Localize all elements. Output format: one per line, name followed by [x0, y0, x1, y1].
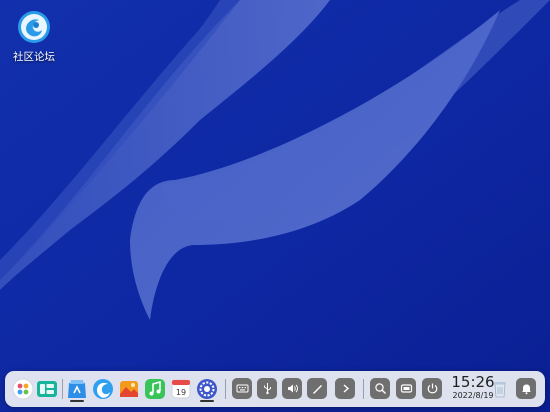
file-manager-icon [68, 380, 86, 398]
dock: 19 15:26 2022/8/19 [5, 371, 545, 407]
usb-tray-button[interactable] [257, 378, 277, 399]
launcher-icon [12, 378, 34, 400]
search-button[interactable] [370, 378, 390, 399]
screen-brush-icon [312, 385, 322, 394]
deepin-forum-icon [18, 11, 50, 43]
running-indicator [70, 400, 84, 402]
browser-button[interactable] [91, 375, 115, 403]
launcher-button[interactable] [11, 375, 35, 403]
show-desktop-icon [400, 384, 412, 393]
calendar-date-number: 19 [176, 388, 186, 397]
running-indicator [200, 400, 214, 402]
keyboard-tray-button[interactable] [232, 378, 252, 399]
trash-button[interactable] [488, 375, 512, 403]
music-button[interactable] [143, 375, 167, 403]
image-viewer-icon [120, 381, 138, 397]
music-icon [145, 379, 165, 399]
file-manager-button[interactable] [65, 375, 89, 403]
show-desktop-button[interactable] [396, 378, 416, 399]
trash-icon [494, 382, 506, 398]
power-button[interactable] [422, 378, 442, 399]
calendar-icon: 19 [171, 379, 191, 399]
power-icon [427, 383, 437, 394]
desktop-wallpaper [0, 0, 550, 412]
volume-tray-button[interactable] [282, 378, 302, 399]
image-viewer-button[interactable] [117, 375, 141, 403]
browser-icon [93, 379, 113, 399]
search-icon [374, 383, 386, 394]
keyboard-icon [236, 384, 248, 393]
desktop-icon-label: 社区论坛 [13, 51, 55, 63]
dock-separator [62, 379, 63, 399]
expand-tray-button[interactable] [335, 378, 355, 399]
usb-icon [263, 383, 271, 395]
calendar-button[interactable]: 19 [169, 375, 193, 403]
bell-icon [521, 384, 531, 395]
multitask-view-button[interactable] [35, 375, 59, 403]
desktop-icon-forum[interactable]: 社区论坛 [6, 10, 62, 70]
control-center-button[interactable] [195, 375, 219, 403]
volume-icon [287, 384, 298, 393]
dock-separator [225, 379, 226, 399]
dock-separator [363, 379, 364, 399]
expand-arrow-icon [343, 384, 349, 393]
multitask-view-icon [37, 381, 57, 397]
control-center-icon [197, 379, 217, 399]
notification-button[interactable] [516, 378, 536, 399]
screen-brush-tray-button[interactable] [307, 378, 327, 399]
